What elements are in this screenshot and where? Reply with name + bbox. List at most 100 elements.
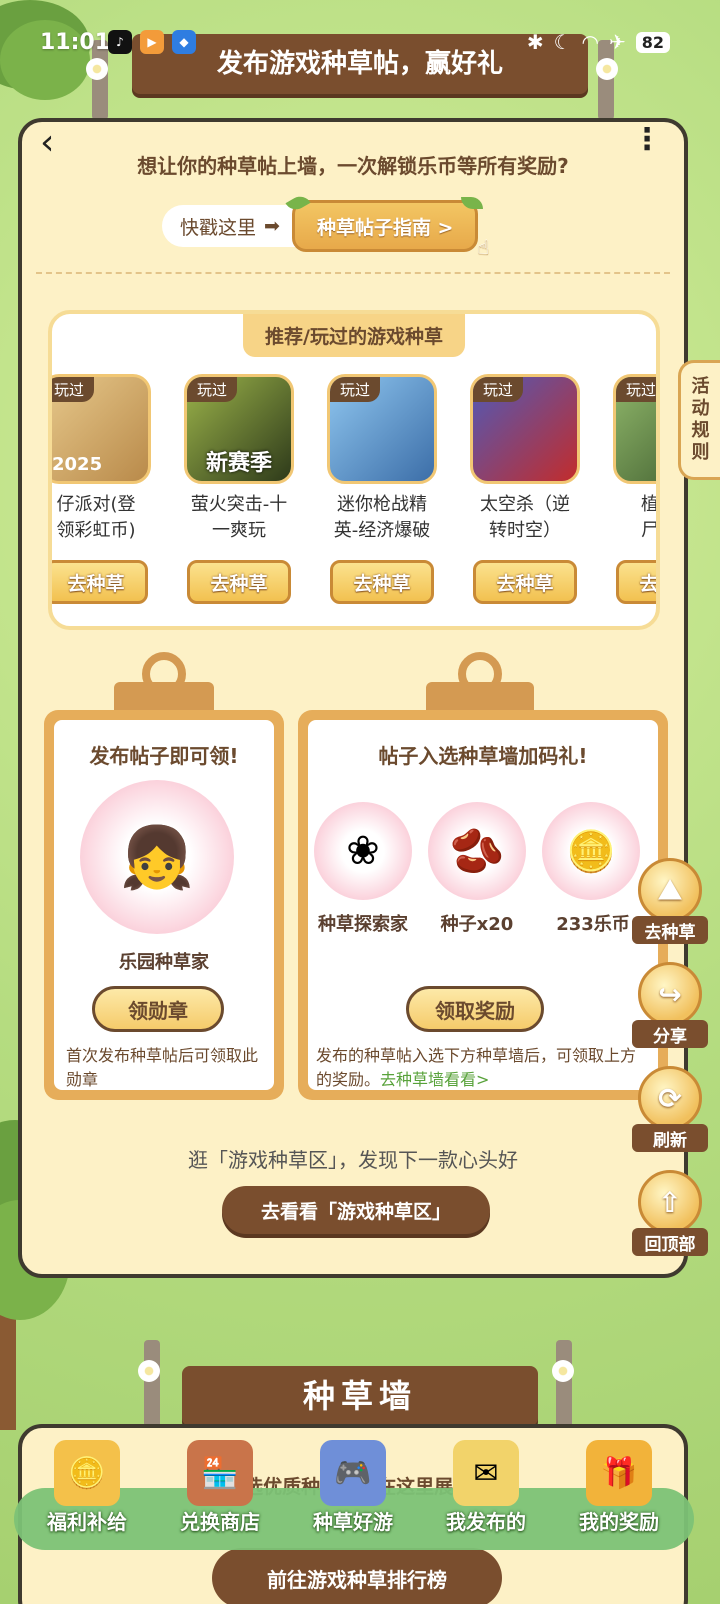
coins-icon: 🪙	[54, 1440, 120, 1506]
arrow-up-icon: ⇧	[638, 1170, 702, 1234]
reward-image-explorer: ❀	[314, 802, 412, 900]
guide-button-label: 种草帖子指南 >	[316, 216, 454, 239]
reward-image-coins: 🪙	[542, 802, 640, 900]
reward-board-right: 帖子入选种草墙加码礼! ❀ 🫘 🪙 种草探索家 种子x20 233乐币 领取奖励…	[298, 710, 668, 1100]
browser-app-icon: ◆	[172, 30, 196, 54]
board-inner: 发布帖子即可领! 👧 乐园种草家 领勋章 首次发布种草帖后可领取此勋章	[54, 720, 274, 1090]
airplane-icon: ✈	[608, 30, 626, 54]
tab-games[interactable]: 🎮 种草好游	[288, 1440, 418, 1550]
tab-label: 我发布的	[446, 1510, 526, 1534]
float-share-button[interactable]: ↪ 分享	[632, 962, 708, 1048]
game-item[interactable]: 玩过 太空杀（逆 转时空） 去种草	[469, 374, 581, 604]
float-label: 回顶部	[632, 1228, 708, 1256]
status-bar: 11:01 ♪ ▶ ◆ ✱ ☾ ◠ ✈ 82	[0, 28, 720, 56]
character-badge-icon: 👧	[119, 822, 195, 893]
game-icon[interactable]: 玩过	[613, 374, 656, 484]
guide-row: 快戳这里 ➡ 种草帖子指南 > ☝	[162, 192, 489, 259]
grass-icon: ⛰	[638, 858, 702, 922]
shop-icon: 🏪	[187, 1440, 253, 1506]
flower-icon	[86, 58, 108, 80]
badge-reward-image: 👧	[80, 780, 234, 934]
rules-tab-label: 活动规则	[691, 376, 710, 463]
reward-label: 乐园种草家	[119, 952, 209, 973]
game-icon[interactable]: 玩过	[470, 374, 580, 484]
guide-button[interactable]: 种草帖子指南 > ☝	[285, 192, 489, 259]
float-label: 去种草	[632, 916, 708, 944]
float-label: 刷新	[632, 1124, 708, 1152]
go-grass-button[interactable]: 去种草	[473, 560, 577, 604]
float-top-button[interactable]: ⇧ 回顶部	[632, 1170, 708, 1256]
discover-button[interactable]: 去看看「游戏种草区」	[222, 1186, 490, 1234]
board-clip-ring	[142, 652, 186, 696]
game-icon[interactable]: 玩过 2025	[52, 374, 151, 484]
tab-label: 我的奖励	[579, 1510, 659, 1534]
bluetooth-icon: ✱	[526, 30, 544, 54]
tab-welfare[interactable]: 🪙 福利补给	[22, 1440, 152, 1550]
tab-my-posts[interactable]: ✉ 我发布的	[421, 1440, 551, 1550]
share-icon: ↪	[638, 962, 702, 1026]
recommend-panel: 推荐/玩过的游戏种草 玩过 2025 仔派对(登 领彩虹币) 去种草 玩过 新赛…	[48, 310, 660, 630]
poke-hint: 快戳这里 ➡	[162, 205, 298, 247]
go-grass-button[interactable]: 去种草	[187, 560, 291, 604]
played-badge: 玩过	[473, 377, 524, 402]
banner-post-right	[556, 1340, 572, 1430]
game-icon-overlay: 2025	[52, 454, 103, 475]
moon-icon: ☾	[553, 30, 572, 54]
game-name: 迷你枪战精 英-经济爆破	[333, 494, 431, 541]
game-name: 仔派对(登 领彩虹币)	[56, 494, 136, 541]
discover-text: 逛「游戏种草区」，发现下一款心头好	[188, 1148, 518, 1172]
reward-label: 种子x20	[440, 914, 514, 935]
refresh-icon: ⟳	[638, 1066, 702, 1130]
board-desc: 发布的种草帖入选下方种草墙后，可领取上方的奖励。去种草墙看看>	[316, 1046, 637, 1089]
game-name: 植物大 尸2-进	[641, 494, 660, 541]
main-card: ‹ ⋮ 想让你的种草帖上墙，一次解锁乐币等所有奖励? 快戳这里 ➡ 种草帖子指南…	[18, 118, 688, 1278]
rules-tab[interactable]: 活动规则	[678, 360, 720, 480]
recommend-title: 推荐/玩过的游戏种草	[243, 314, 465, 357]
game-item[interactable]: 玩过 迷你枪战精 英-经济爆破 去种草	[326, 374, 438, 604]
flower-icon	[552, 1360, 574, 1382]
board-inner: 帖子入选种草墙加码礼! ❀ 🫘 🪙 种草探索家 种子x20 233乐币 领取奖励…	[308, 720, 658, 1090]
played-badge: 玩过	[616, 377, 656, 402]
game-icon[interactable]: 玩过	[327, 374, 437, 484]
pointing-hand-icon: ☝	[477, 235, 490, 259]
seed-icon: 🫘	[449, 826, 505, 877]
paper-plane-icon: ✉	[453, 1440, 519, 1506]
grass-wall-link[interactable]: 去种草墙看看>	[380, 1070, 489, 1089]
game-icon[interactable]: 玩过 新赛季	[184, 374, 294, 484]
gamepad-icon: 🎮	[320, 1440, 386, 1506]
tab-shop[interactable]: 🏪 兑换商店	[155, 1440, 285, 1550]
tab-label: 福利补给	[47, 1510, 127, 1534]
game-item[interactable]: 玩过 植物大 尸2-进 去种草	[612, 374, 656, 604]
game-name: 萤火突击-十 一爽玩	[190, 494, 288, 541]
board-title: 帖子入选种草墙加码礼!	[378, 744, 588, 768]
game-icon-overlay: 新赛季	[205, 451, 272, 476]
leaf-icon	[461, 197, 484, 209]
game-item[interactable]: 玩过 新赛季 萤火突击-十 一爽玩 去种草	[183, 374, 295, 604]
gift-icon: 🎁	[586, 1440, 652, 1506]
board-clip-ring	[458, 652, 502, 696]
flower-icon	[138, 1360, 160, 1382]
battery-level: 82	[635, 31, 670, 53]
go-grass-button[interactable]: 去种草	[330, 560, 434, 604]
board-desc: 首次发布种草帖后可领取此勋章	[66, 1046, 259, 1089]
game-item[interactable]: 玩过 2025 仔派对(登 领彩虹币) 去种草	[52, 374, 152, 604]
wreath-icon: ❀	[346, 828, 380, 874]
tab-my-rewards[interactable]: 🎁 我的奖励	[554, 1440, 684, 1550]
banner-post-left	[144, 1340, 160, 1430]
reward-label: 种草探索家	[318, 914, 408, 935]
float-go-grass-button[interactable]: ⛰ 去种草	[632, 858, 708, 944]
ranking-button[interactable]: 前往游戏种草排行榜	[212, 1548, 502, 1604]
reward-image-seed: 🫘	[428, 802, 526, 900]
game-list: 玩过 2025 仔派对(登 领彩虹币) 去种草 玩过 新赛季 萤火突击-十 一爽…	[52, 374, 656, 604]
flower-icon	[596, 58, 618, 80]
grass-wall-title: 种草墙	[182, 1366, 538, 1426]
tiktok-icon: ♪	[108, 30, 132, 54]
video-app-icon: ▶	[140, 30, 164, 54]
go-grass-button[interactable]: 去种草	[616, 560, 656, 604]
float-refresh-button[interactable]: ⟳ 刷新	[632, 1066, 708, 1152]
claim-reward-button[interactable]: 领取奖励	[406, 986, 544, 1032]
played-badge: 玩过	[52, 377, 95, 402]
go-grass-button[interactable]: 去种草	[52, 560, 148, 604]
poke-text: 快戳这里	[180, 216, 257, 239]
claim-badge-button[interactable]: 领勋章	[92, 986, 224, 1032]
